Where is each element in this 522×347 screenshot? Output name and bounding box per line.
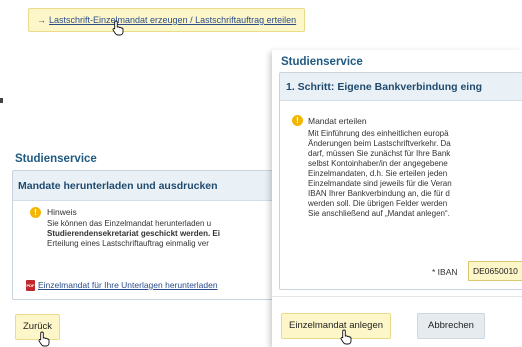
bank-details-panel: 1. Schritt: Eigene Bankverbindung eing !…	[279, 72, 522, 290]
mandate-line: IBAN Ihrer Bankverbindung an, die für d	[308, 189, 450, 198]
mandate-line: darf, müssen Sie zunächst für Ihre Bank	[308, 149, 451, 158]
create-mandate-button[interactable]: Einzelmandat anlegen	[281, 313, 392, 339]
pdf-icon: PDF	[26, 280, 35, 291]
arrow-right-icon: →	[37, 15, 46, 25]
hint-line: Sie können das Einzelmandat herunterlade…	[47, 219, 212, 228]
create-mandate-link[interactable]: → Lastschrift-Einzelmandat erzeugen / Las…	[28, 8, 306, 32]
mandate-line: werden soll. Die übrigen Felder werden	[308, 199, 448, 208]
hint-line: Studierendensekretariat geschickt werden…	[47, 229, 220, 238]
download-mandates-header: Mandate herunterladen und ausdrucken	[13, 171, 273, 201]
mandate-line: Änderungen beim Lastschriftverkehr. Da	[308, 139, 451, 148]
download-mandate-pdf-link[interactable]: Einzelmandat für Ihre Unterlagen herunte…	[38, 280, 218, 290]
left-section-title: Studienservice	[15, 153, 97, 165]
hand-pointer-icon	[340, 329, 352, 345]
mandate-line: Sie anschließend auf „Mandat anlegen“.	[308, 209, 450, 218]
bank-details-header: 1. Schritt: Eigene Bankverbindung eing	[280, 73, 522, 101]
mandate-line: Einzelmandaten, d.h. Sie erteilen jeden	[308, 169, 448, 178]
mandate-line: Einzelmandate sind jeweils für die Veran	[308, 179, 452, 188]
warning-icon: !	[292, 115, 303, 126]
right-section-title: Studienservice	[281, 56, 363, 68]
mandate-line: Mit Einführung des einheitlichen europä	[308, 129, 449, 138]
hint-title: Hinweis	[47, 207, 77, 217]
iban-input[interactable]: DE0650010	[468, 261, 522, 281]
hand-pointer-icon	[38, 331, 50, 347]
download-mandates-panel: Mandate herunterladen und ausdrucken ! H…	[12, 170, 274, 300]
iban-label: * IBAN	[432, 267, 458, 277]
cancel-button[interactable]: Abbrechen	[417, 313, 485, 339]
bank-details-dialog: Studienservice 1. Schritt: Eigene Bankve…	[272, 50, 522, 347]
edge-marker	[0, 98, 3, 103]
warning-icon: !	[30, 207, 41, 218]
hand-pointer-icon	[112, 20, 124, 36]
create-mandate-link-label: Lastschrift-Einzelmandat erzeugen / Last…	[49, 15, 297, 25]
divider	[272, 296, 522, 297]
mandate-line: selbst Kontoinhaber/in der angegebene	[308, 159, 448, 168]
mandate-title: Mandat erteilen	[308, 116, 367, 126]
hint-line: Erteilung eines Lastschriftauftrag einma…	[47, 239, 209, 248]
